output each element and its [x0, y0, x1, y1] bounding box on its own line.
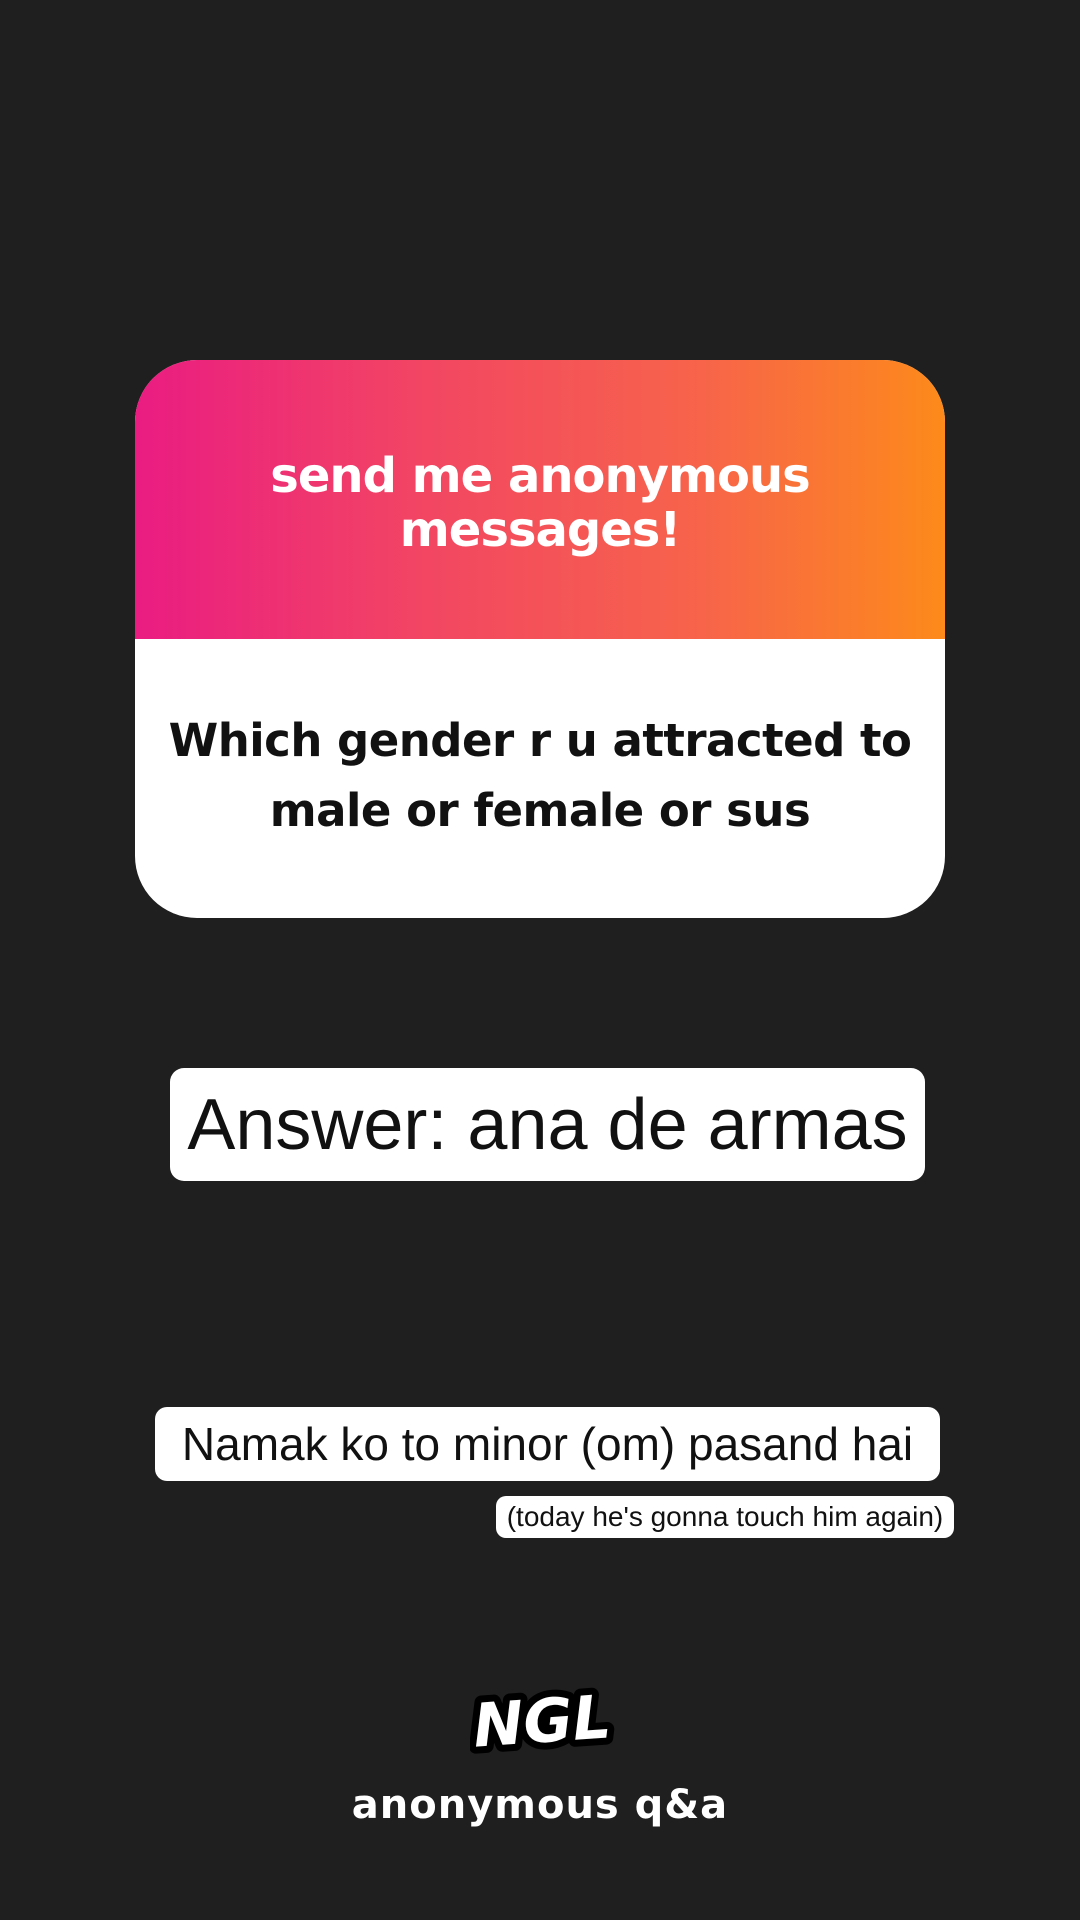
- answer-text: Answer: ana de armas: [187, 1084, 908, 1165]
- caption-text: Namak ko to minor (om) pasand hai: [181, 1418, 914, 1470]
- sub-caption-label: (today he's gonna touch him again): [496, 1496, 954, 1538]
- card-header-title: send me anonymous messages!: [270, 447, 810, 558]
- sub-caption-text: (today he's gonna touch him again): [506, 1501, 944, 1532]
- card-header: send me anonymous messages!: [135, 360, 945, 639]
- card-body: Which gender r u attracted to male or fe…: [135, 639, 945, 918]
- question-card: send me anonymous messages! Which gender…: [135, 360, 945, 918]
- ngl-logo-text: NGL: [471, 1682, 613, 1761]
- story-screen: send me anonymous messages! Which gender…: [0, 0, 1080, 1920]
- ngl-logo: NGL: [470, 1680, 615, 1762]
- answer-label: Answer: ana de armas: [170, 1068, 925, 1181]
- caption-label: Namak ko to minor (om) pasand hai: [155, 1407, 940, 1481]
- question-text: Which gender r u attracted to male or fe…: [168, 713, 912, 837]
- tagline: anonymous q&a: [351, 1782, 729, 1828]
